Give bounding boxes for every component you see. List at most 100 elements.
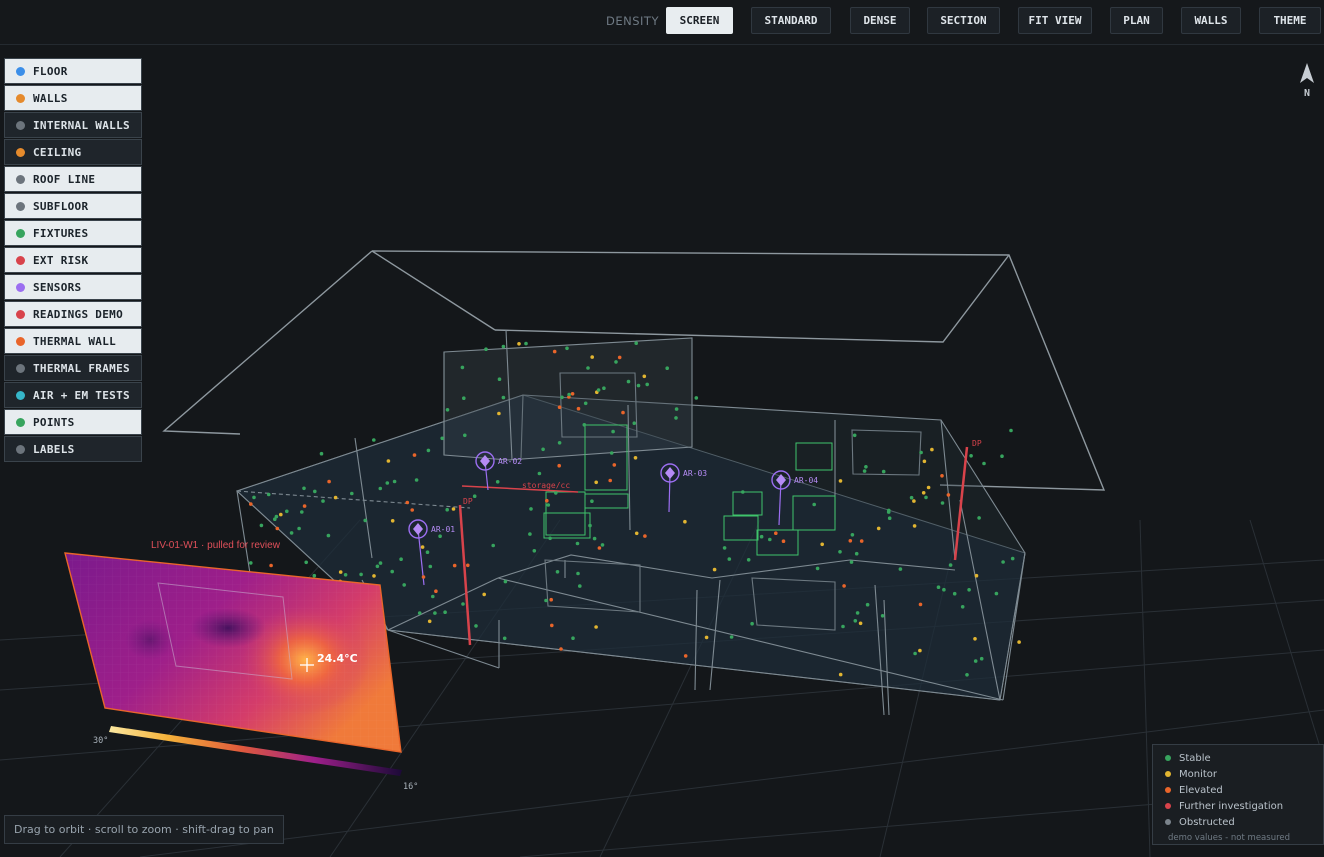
reading-point[interactable]: [853, 619, 858, 623]
reading-point[interactable]: [781, 539, 786, 543]
reading-point[interactable]: [940, 501, 945, 505]
reading-point[interactable]: [848, 539, 853, 543]
reading-point[interactable]: [501, 344, 506, 349]
reading-point[interactable]: [431, 594, 435, 599]
thermal-wall-panel[interactable]: 24.4°C: [64, 552, 402, 753]
layer-toggle-air-em-tests[interactable]: AIR + EM TESTS: [4, 382, 142, 408]
reading-point[interactable]: [588, 523, 592, 528]
reading-point[interactable]: [414, 478, 419, 482]
reading-point[interactable]: [399, 557, 403, 561]
reading-point[interactable]: [372, 438, 376, 442]
reading-point[interactable]: [946, 493, 951, 497]
layer-toggle-sensors[interactable]: SENSORS: [4, 274, 142, 300]
reading-point[interactable]: [552, 349, 557, 354]
reading-point[interactable]: [973, 659, 978, 663]
reading-point[interactable]: [576, 406, 581, 411]
reading-point[interactable]: [608, 478, 612, 483]
reading-point[interactable]: [259, 523, 264, 528]
reading-point[interactable]: [750, 621, 754, 626]
reading-point[interactable]: [491, 543, 496, 548]
reading-point[interactable]: [528, 532, 532, 536]
reading-point[interactable]: [838, 672, 843, 677]
reading-point[interactable]: [865, 602, 870, 607]
reading-point[interactable]: [729, 635, 734, 639]
reading-point[interactable]: [249, 502, 253, 506]
reading-point[interactable]: [578, 584, 582, 588]
layer-toggle-fixtures[interactable]: FIXTURES: [4, 220, 142, 246]
reading-point[interactable]: [965, 673, 969, 677]
section-view-button[interactable]: SECTION: [927, 7, 1000, 34]
reading-point[interactable]: [1017, 640, 1021, 644]
reading-point[interactable]: [634, 531, 639, 536]
compass[interactable]: N: [1296, 62, 1318, 99]
reading-point[interactable]: [445, 408, 450, 412]
reading-point[interactable]: [960, 605, 965, 609]
reading-point[interactable]: [913, 651, 917, 656]
reading-point[interactable]: [918, 602, 923, 607]
reading-point[interactable]: [812, 502, 816, 507]
reading-point[interactable]: [302, 504, 307, 508]
reading-point[interactable]: [537, 471, 542, 476]
reading-point[interactable]: [378, 486, 383, 491]
reading-point[interactable]: [285, 509, 289, 514]
reading-point[interactable]: [582, 423, 587, 427]
reading-point[interactable]: [838, 479, 843, 483]
reading-point[interactable]: [590, 355, 594, 359]
reading-point[interactable]: [633, 456, 638, 460]
reading-point[interactable]: [632, 421, 637, 426]
reading-point[interactable]: [617, 355, 622, 360]
reading-point[interactable]: [548, 536, 552, 541]
reading-point[interactable]: [850, 533, 855, 537]
reading-point[interactable]: [274, 514, 279, 519]
reading-point[interactable]: [586, 366, 590, 370]
reading-point[interactable]: [554, 491, 558, 495]
reading-point[interactable]: [912, 499, 916, 503]
reading-point[interactable]: [343, 573, 348, 577]
reading-point[interactable]: [940, 474, 944, 478]
reading-point[interactable]: [864, 465, 868, 469]
reading-point[interactable]: [594, 625, 598, 629]
3d-scene-viewport[interactable]: DP DP storage/cc AR-01 AR-02 AR-03 AR-04: [0, 0, 1324, 857]
reading-point[interactable]: [545, 498, 549, 503]
reading-point[interactable]: [565, 346, 569, 351]
reading-point[interactable]: [529, 507, 533, 511]
layer-toggle-subfloor[interactable]: SUBFLOOR: [4, 193, 142, 219]
reading-point[interactable]: [463, 433, 467, 438]
reading-point[interactable]: [390, 569, 395, 574]
reading-point[interactable]: [583, 401, 588, 406]
layer-toggle-ceiling[interactable]: CEILING: [4, 139, 142, 165]
reading-point[interactable]: [279, 512, 283, 517]
standard-density-button[interactable]: STANDARD: [751, 7, 831, 34]
reading-point[interactable]: [921, 491, 926, 495]
reading-point[interactable]: [727, 557, 732, 561]
reading-point[interactable]: [567, 392, 571, 397]
reading-point[interactable]: [275, 526, 280, 531]
reading-point[interactable]: [886, 510, 891, 514]
reading-point[interactable]: [557, 463, 561, 468]
reading-point[interactable]: [602, 386, 606, 391]
reading-point[interactable]: [333, 495, 338, 500]
reading-point[interactable]: [338, 570, 343, 574]
reading-point[interactable]: [266, 492, 271, 497]
reading-point[interactable]: [967, 588, 971, 592]
reading-point[interactable]: [443, 610, 447, 614]
reading-point[interactable]: [420, 545, 425, 549]
reading-point[interactable]: [841, 624, 845, 629]
reading-point[interactable]: [1010, 556, 1015, 561]
reading-point[interactable]: [289, 531, 294, 535]
reading-point[interactable]: [600, 543, 605, 547]
layer-toggle-readings-demo[interactable]: READINGS DEMO: [4, 301, 142, 327]
reading-point[interactable]: [557, 405, 562, 410]
reading-point[interactable]: [936, 585, 941, 589]
screen-density-button[interactable]: SCREEN: [666, 7, 733, 34]
reading-point[interactable]: [887, 516, 892, 520]
reading-point[interactable]: [820, 542, 824, 547]
reading-point[interactable]: [683, 519, 687, 524]
reading-point[interactable]: [452, 563, 457, 568]
reading-point[interactable]: [392, 479, 397, 484]
reading-point[interactable]: [994, 591, 999, 596]
reading-point[interactable]: [461, 602, 465, 606]
reading-point[interactable]: [312, 573, 317, 578]
reading-point[interactable]: [417, 611, 422, 615]
reading-point[interactable]: [609, 451, 614, 455]
